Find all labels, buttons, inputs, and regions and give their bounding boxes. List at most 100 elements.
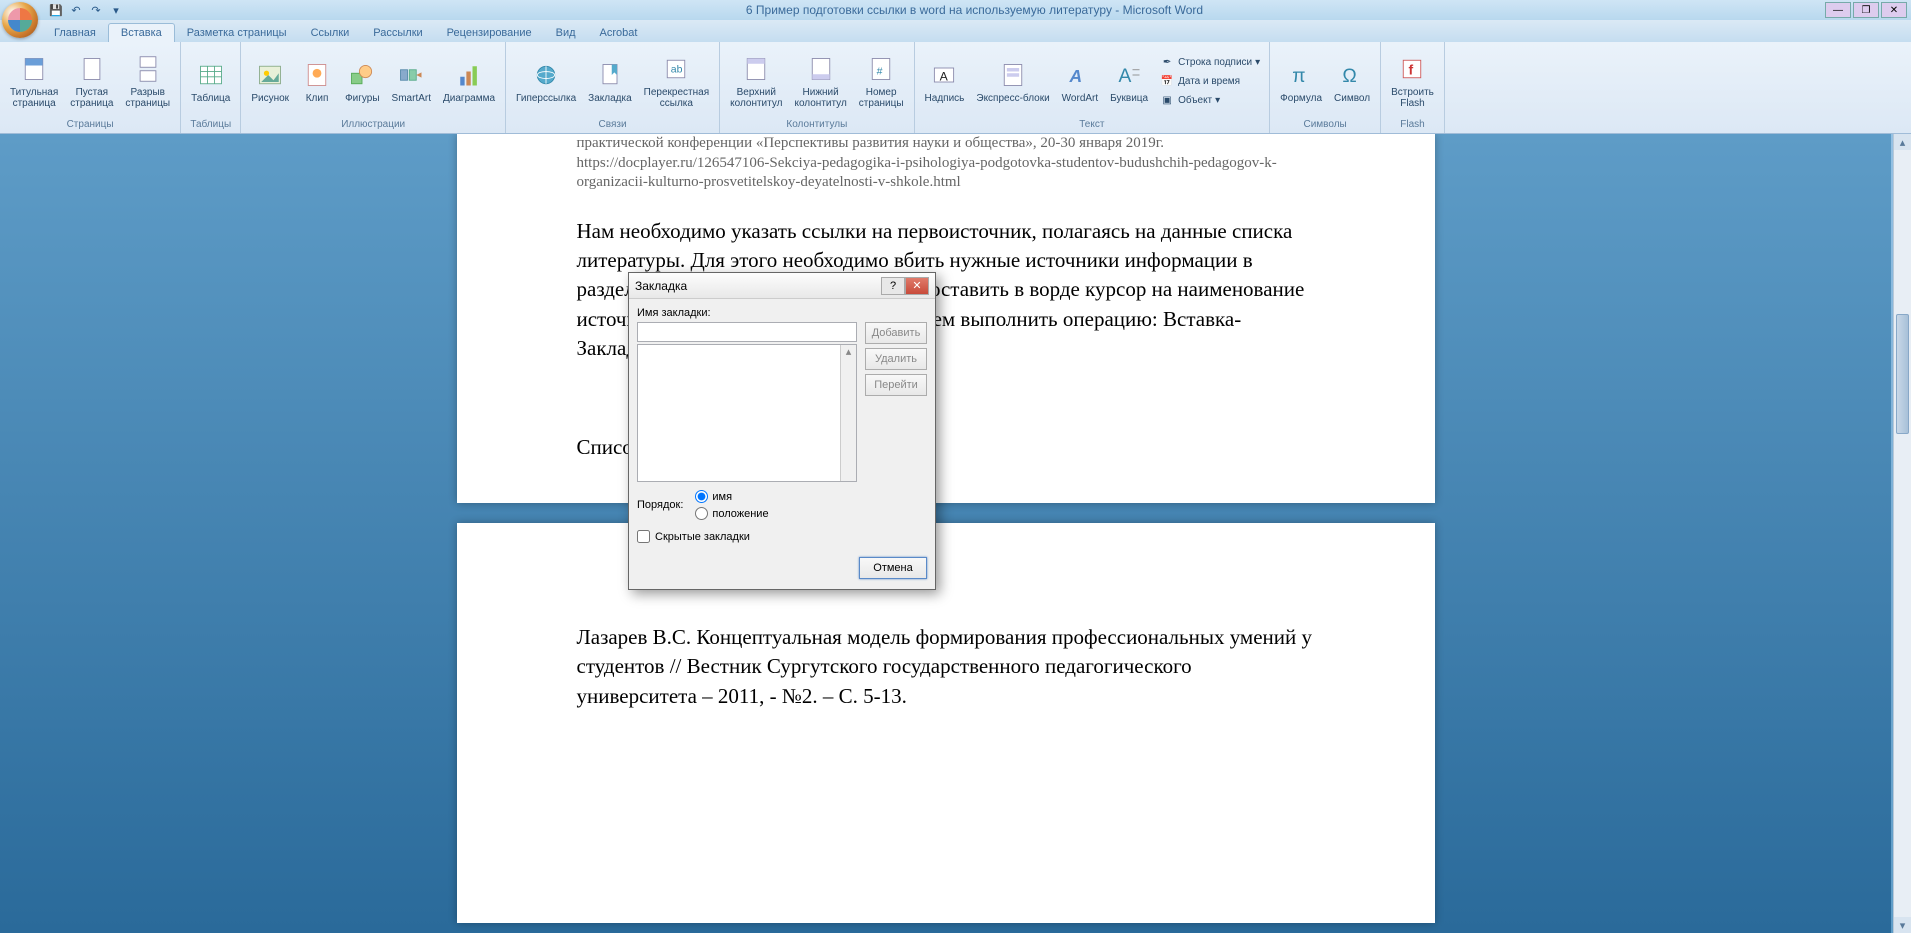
table-button[interactable]: Таблица xyxy=(187,57,234,106)
chart-button[interactable]: Диаграмма xyxy=(439,57,499,106)
tab-view[interactable]: Вид xyxy=(544,24,588,42)
minimize-button[interactable]: — xyxy=(1825,2,1851,18)
save-icon[interactable]: 💾 xyxy=(48,2,64,18)
clip-button[interactable]: Клип xyxy=(297,57,337,106)
pagenumber-button[interactable]: # Номерстраницы xyxy=(855,51,908,111)
page-break-button[interactable]: Разрывстраницы xyxy=(121,51,174,111)
group-text-label: Текст xyxy=(921,118,1264,131)
tab-home[interactable]: Главная xyxy=(42,24,108,42)
tab-review[interactable]: Рецензирование xyxy=(435,24,544,42)
bookmark-name-label: Имя закладки: xyxy=(637,307,927,319)
quick-access-toolbar: 💾 ↶ ↷ ▾ xyxy=(48,2,124,18)
doc-reference: Лазарев В.С. Концептуальная модель форми… xyxy=(577,623,1315,711)
document-area[interactable]: практической конференции «Перспективы ра… xyxy=(0,134,1891,933)
crossref-icon: ab xyxy=(660,53,692,85)
order-position-radio[interactable]: положение xyxy=(695,507,768,520)
dialog-titlebar[interactable]: Закладка ? ✕ xyxy=(629,273,935,299)
smartart-icon xyxy=(395,59,427,91)
ribbon: Титульнаястраница Пустаястраница Разрывс… xyxy=(0,42,1911,134)
object-button[interactable]: ▣Объект ▾ xyxy=(1156,91,1263,109)
scroll-up-icon[interactable]: ▴ xyxy=(1894,134,1911,150)
doc-link-text: https://docplayer.ru/126547106-Sekciya-p… xyxy=(577,154,1315,193)
group-illustrations-label: Иллюстрации xyxy=(247,118,499,131)
header-icon xyxy=(740,53,772,85)
shapes-icon xyxy=(346,59,378,91)
cover-page-button[interactable]: Титульнаястраница xyxy=(6,51,62,111)
textbox-icon: A xyxy=(928,59,960,91)
bookmark-list-scrollbar[interactable]: ▴ xyxy=(840,345,856,481)
office-button[interactable] xyxy=(2,2,38,38)
goto-button[interactable]: Перейти xyxy=(865,374,927,396)
bookmark-icon xyxy=(594,59,626,91)
svg-text:ab: ab xyxy=(671,64,683,76)
symbol-icon: Ω xyxy=(1336,59,1368,91)
undo-icon[interactable]: ↶ xyxy=(68,2,84,18)
cancel-button[interactable]: Отмена xyxy=(859,557,927,579)
pagenumber-icon: # xyxy=(865,53,897,85)
tab-layout[interactable]: Разметка страницы xyxy=(175,24,299,42)
equation-button[interactable]: π Формула xyxy=(1276,57,1326,106)
scroll-thumb[interactable] xyxy=(1896,314,1909,434)
datetime-icon: 📅 xyxy=(1159,73,1175,89)
group-headers-label: Колонтитулы xyxy=(726,118,907,131)
chart-icon xyxy=(453,59,485,91)
dropcap-button[interactable]: A Буквица xyxy=(1106,57,1152,106)
group-tables: Таблица Таблицы xyxy=(181,42,241,133)
wordart-button[interactable]: A WordArt xyxy=(1058,57,1103,106)
table-icon xyxy=(195,59,227,91)
doc-paragraph: практической конференции «Перспективы ра… xyxy=(577,134,1315,154)
footer-button[interactable]: Нижнийколонтитул xyxy=(790,51,850,111)
blank-page-icon xyxy=(76,53,108,85)
close-button[interactable]: ✕ xyxy=(1881,2,1907,18)
tab-acrobat[interactable]: Acrobat xyxy=(588,24,650,42)
quickparts-button[interactable]: Экспресс-блоки xyxy=(972,57,1053,106)
dialog-close-button[interactable]: ✕ xyxy=(905,277,929,295)
dialog-title: Закладка xyxy=(635,279,881,293)
bookmark-name-input[interactable] xyxy=(637,322,857,342)
crossref-button[interactable]: ab Перекрестнаяссылка xyxy=(640,51,713,111)
add-button[interactable]: Добавить xyxy=(865,322,927,344)
bookmark-list[interactable]: ▴ xyxy=(637,344,857,482)
window-title: 6 Пример подготовки ссылки в word на исп… xyxy=(124,3,1825,17)
hyperlink-button[interactable]: Гиперссылка xyxy=(512,57,580,106)
embed-flash-button[interactable]: f ВстроитьFlash xyxy=(1387,51,1438,111)
smartart-button[interactable]: SmartArt xyxy=(388,57,435,106)
group-pages: Титульнаястраница Пустаястраница Разрывс… xyxy=(0,42,181,133)
maximize-button[interactable]: ❐ xyxy=(1853,2,1879,18)
vertical-scrollbar[interactable]: ▴ ▾ xyxy=(1893,134,1911,933)
bookmark-dialog: Закладка ? ✕ Имя закладки: ▴ Добавить Уд… xyxy=(628,272,936,590)
group-headers: Верхнийколонтитул Нижнийколонтитул # Ном… xyxy=(720,42,914,133)
hyperlink-icon xyxy=(530,59,562,91)
titlebar: 💾 ↶ ↷ ▾ 6 Пример подготовки ссылки в wor… xyxy=(0,0,1911,20)
scroll-down-icon[interactable]: ▾ xyxy=(1894,917,1911,933)
redo-icon[interactable]: ↷ xyxy=(88,2,104,18)
qat-more-icon[interactable]: ▾ xyxy=(108,2,124,18)
picture-button[interactable]: Рисунок xyxy=(247,57,293,106)
page-1: практической конференции «Перспективы ра… xyxy=(457,134,1435,503)
order-name-radio[interactable]: имя xyxy=(695,490,768,503)
tab-references[interactable]: Ссылки xyxy=(299,24,362,42)
tab-insert[interactable]: Вставка xyxy=(108,23,175,42)
cover-page-icon xyxy=(18,53,50,85)
group-links-label: Связи xyxy=(512,118,713,131)
hidden-bookmarks-checkbox[interactable]: Скрытые закладки xyxy=(637,530,927,543)
header-button[interactable]: Верхнийколонтитул xyxy=(726,51,786,111)
group-pages-label: Страницы xyxy=(6,118,174,131)
signature-line-button[interactable]: ✒Строка подписи ▾ xyxy=(1156,53,1263,71)
bookmark-button[interactable]: Закладка xyxy=(584,57,635,106)
window-controls: — ❐ ✕ xyxy=(1825,2,1907,18)
datetime-button[interactable]: 📅Дата и время xyxy=(1156,72,1263,90)
dialog-help-button[interactable]: ? xyxy=(881,277,905,295)
page-break-icon xyxy=(132,53,164,85)
delete-button[interactable]: Удалить xyxy=(865,348,927,370)
shapes-button[interactable]: Фигуры xyxy=(341,57,383,106)
blank-page-button[interactable]: Пустаястраница xyxy=(66,51,117,111)
group-symbols: π Формула Ω Символ Символы xyxy=(1270,42,1381,133)
tab-mailings[interactable]: Рассылки xyxy=(361,24,434,42)
equation-icon: π xyxy=(1285,59,1317,91)
textbox-button[interactable]: A Надпись xyxy=(921,57,969,106)
footer-icon xyxy=(805,53,837,85)
scroll-up-icon[interactable]: ▴ xyxy=(841,345,856,361)
symbol-button[interactable]: Ω Символ xyxy=(1330,57,1374,106)
signature-icon: ✒ xyxy=(1159,54,1175,70)
